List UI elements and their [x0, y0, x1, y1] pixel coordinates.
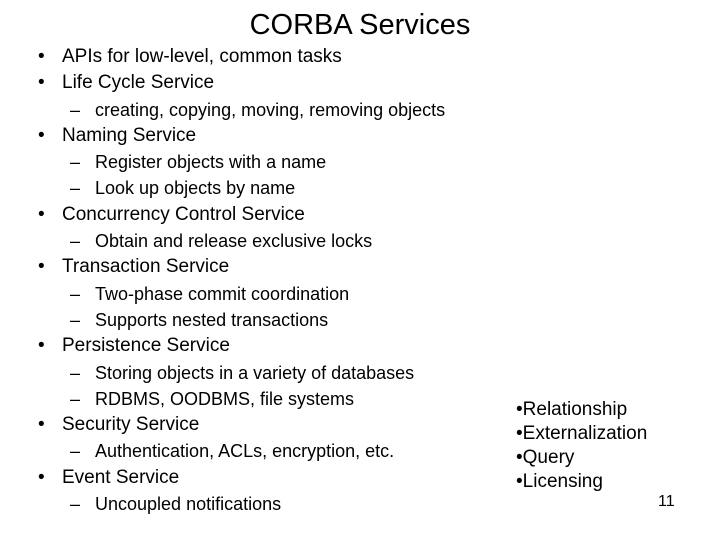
bullet-dash-icon: –	[70, 441, 81, 462]
outline-line: • Life Cycle Service	[0, 70, 520, 96]
bullet-dash-icon: –	[70, 99, 81, 120]
side-box-line-text: Licensing	[522, 471, 603, 492]
outline-line-text: Event Service	[62, 466, 180, 488]
slide-body-outline: • APIs for low-level, common tasks • Life C…	[0, 44, 520, 517]
outline-line: – Supports nested transactions	[0, 307, 520, 333]
outline-line-text: Obtain and release exclusive locks	[95, 231, 373, 252]
side-box-line: •Relationship	[516, 398, 716, 422]
outline-line-text: Look up objects by name	[95, 178, 296, 199]
outline-line: • Event Service	[0, 465, 520, 491]
outline-line-text: APIs for low-level, common tasks	[62, 46, 342, 67]
outline-line-text: Two-phase commit coordination	[95, 283, 350, 304]
outline-line: – creating, copying, moving, removing obj…	[0, 97, 520, 123]
bullet-dot-icon: •	[38, 124, 45, 146]
outline-line-text: Register objects with a name	[95, 152, 327, 173]
side-box-line-text: Query	[522, 447, 575, 468]
bullet-dot-icon: •	[516, 447, 523, 468]
bullet-dot-icon: •	[38, 466, 45, 488]
bullet-dash-icon: –	[70, 309, 81, 330]
outline-line: – Register objects with a name	[0, 149, 520, 175]
outline-line-text: creating, copying, moving, removing obje…	[95, 99, 446, 120]
outline-line: • Persistence Service	[0, 333, 520, 359]
outline-line: – Uncoupled notifications	[0, 491, 520, 517]
outline-line-text: Persistence Service	[62, 335, 230, 357]
outline-line: – Authentication, ACLs, encryption, etc.	[0, 438, 520, 464]
outline-line-text: Storing objects in a variety of database…	[95, 362, 415, 383]
bullet-dot-icon: •	[38, 203, 45, 225]
outline-line-text: Concurrency Control Service	[62, 203, 305, 225]
presentation-slide: CORBA Services • APIs for low-level, comm…	[0, 0, 720, 540]
outline-line: • Security Service	[0, 412, 520, 438]
bullet-dot-icon: •	[38, 414, 45, 436]
outline-line-text: Security Service	[62, 414, 200, 436]
outline-line-text: Transaction Service	[62, 256, 230, 278]
bullet-dot-icon: •	[516, 471, 523, 492]
bullet-dot-icon: •	[38, 256, 45, 278]
outline-line: – RDBMS, OODBMS, file systems	[0, 386, 520, 412]
bullet-dash-icon: –	[70, 231, 81, 252]
outline-line-text: Authentication, ACLs, encryption, etc.	[95, 441, 395, 462]
side-box-line-text: Relationship	[522, 399, 628, 420]
bullet-dash-icon: –	[70, 152, 81, 173]
side-box-line: •Licensing	[516, 470, 716, 494]
slide-page-number: 11	[658, 493, 675, 510]
bullet-dash-icon: –	[70, 388, 81, 409]
outline-line: – Two-phase commit coordination	[0, 281, 520, 307]
bullet-dash-icon: –	[70, 494, 81, 515]
bullet-dot-icon: •	[516, 399, 523, 420]
bullet-dash-icon: –	[70, 362, 81, 383]
side-box-line-text: Externalization	[522, 423, 648, 444]
outline-line: – Obtain and release exclusive locks	[0, 228, 520, 254]
bullet-dash-icon: –	[70, 178, 81, 199]
outline-line: – Storing objects in a variety of databas…	[0, 360, 520, 386]
outline-line: – Look up objects by name	[0, 175, 520, 201]
outline-line: • Transaction Service	[0, 254, 520, 280]
outline-line-text: Supports nested transactions	[95, 309, 329, 330]
side-text-box: •Relationship •Externalization •Query •Lice…	[516, 398, 716, 494]
bullet-dot-icon: •	[38, 335, 45, 357]
slide-title: CORBA Services	[249, 9, 471, 41]
bullet-dash-icon: –	[70, 283, 81, 304]
side-box-line: •Externalization	[516, 422, 716, 446]
outline-line-text: Uncoupled notifications	[95, 494, 282, 515]
bullet-dot-icon: •	[516, 423, 523, 444]
outline-line: • Naming Service	[0, 123, 520, 149]
outline-line: • APIs for low-level, common tasks	[0, 44, 520, 70]
side-box-line: •Query	[516, 446, 716, 470]
outline-line-text: Naming Service	[62, 124, 197, 146]
outline-line-text: RDBMS, OODBMS, file systems	[95, 388, 355, 409]
outline-line: • Concurrency Control Service	[0, 202, 520, 228]
outline-line-text: Life Cycle Service	[62, 72, 215, 94]
bullet-dot-icon: •	[38, 72, 45, 94]
bullet-dot-icon: •	[38, 46, 45, 67]
